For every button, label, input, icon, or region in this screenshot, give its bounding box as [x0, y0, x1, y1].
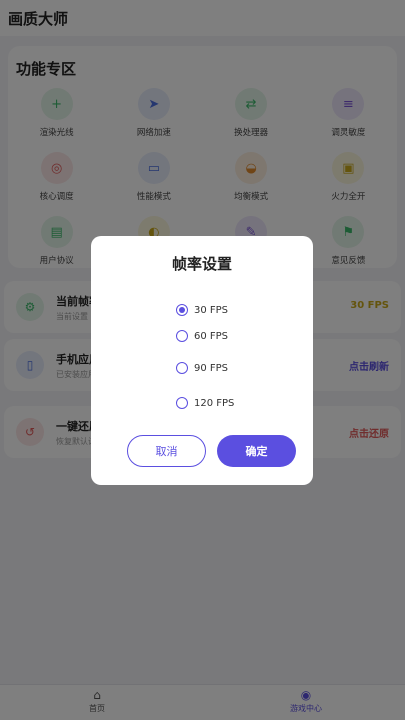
fps-option-label: 30 FPS — [194, 304, 229, 316]
fps-option[interactable]: 60 FPS — [176, 327, 228, 345]
radio-selected-dot — [179, 307, 185, 313]
radio-button[interactable] — [176, 304, 188, 316]
fps-option[interactable]: 120 FPS — [176, 394, 234, 412]
confirm-button[interactable]: 确定 — [217, 435, 296, 467]
fps-option-label: 90 FPS — [194, 362, 229, 374]
dialog-title: 帧率设置 — [171, 255, 232, 273]
fps-option[interactable]: 90 FPS — [176, 359, 228, 377]
radio-button[interactable] — [176, 397, 188, 409]
radio-button[interactable] — [176, 330, 188, 342]
cancel-button[interactable]: 取消 — [127, 435, 206, 467]
fps-option-label: 60 FPS — [194, 330, 229, 342]
fps-option-label: 120 FPS — [194, 397, 235, 409]
fps-option[interactable]: 30 FPS — [176, 301, 228, 319]
fps-dialog: 帧率设置 30 FPS 60 FPS 90 FPS 120 FPS 取消 确定 — [91, 236, 313, 485]
radio-button[interactable] — [176, 362, 188, 374]
